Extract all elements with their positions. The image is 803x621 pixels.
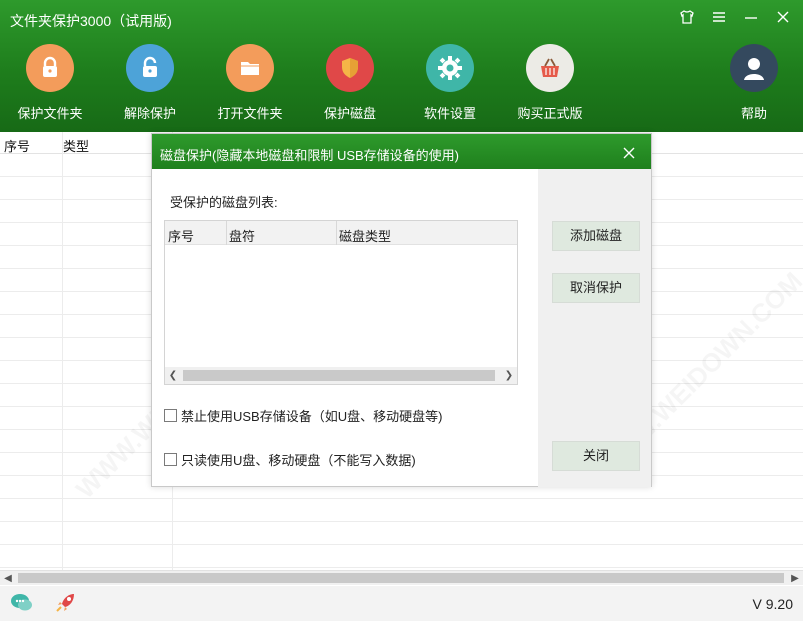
shield-icon (326, 44, 374, 92)
horizontal-scrollbar[interactable]: ◀ ▶ (0, 570, 803, 585)
basket-icon (526, 44, 574, 92)
menu-icon[interactable] (709, 9, 729, 29)
toolbar-label: 保护文件夹 (17, 106, 83, 121)
cancel-protect-button[interactable]: 取消保护 (552, 273, 640, 303)
column-divider (62, 132, 63, 570)
settings-button[interactable]: 软件设置 (400, 44, 500, 122)
window-controls (677, 9, 793, 29)
toolbar-label: 解除保护 (123, 106, 176, 121)
user-icon (730, 44, 778, 92)
disk-list-scrollbar[interactable]: ❮ ❯ (165, 367, 517, 384)
scroll-right-icon[interactable]: ▶ (787, 571, 803, 586)
status-bar: V 9.20 (0, 586, 803, 621)
disk-list-header: 序号 盘符 磁盘类型 (165, 221, 517, 245)
buy-button[interactable]: 购买正式版 (500, 44, 600, 122)
block-usb-checkbox[interactable] (164, 409, 177, 422)
column-header[interactable]: 序号 (4, 136, 30, 155)
readonly-usb-checkbox-row[interactable]: 只读使用U盘、移动硬盘（不能写入数据) (164, 450, 416, 469)
unlock-icon (126, 44, 174, 92)
readonly-usb-checkbox[interactable] (164, 453, 177, 466)
toolbar: 保护文件夹 解除保护 打开文件夹 保护磁盘 软件设置 购买正式版 帮助 (0, 44, 803, 128)
minimize-icon[interactable] (741, 9, 761, 29)
open-folder-button[interactable]: 打开文件夹 (200, 44, 300, 122)
dialog-close-icon[interactable] (619, 141, 639, 165)
rocket-icon[interactable] (54, 592, 78, 614)
help-button[interactable]: 帮助 (704, 44, 803, 122)
column-header[interactable]: 盘符 (229, 226, 255, 245)
chat-icon[interactable] (10, 592, 34, 614)
toolbar-label: 购买正式版 (517, 106, 583, 121)
add-disk-button[interactable]: 添加磁盘 (552, 221, 640, 251)
gear-icon (426, 44, 474, 92)
column-header[interactable]: 磁盘类型 (339, 226, 391, 245)
disk-protect-dialog: 磁盘保护(隐藏本地磁盘和限制 USB存储设备的使用) 受保护的磁盘列表: 序号 … (151, 133, 652, 487)
block-usb-checkbox-row[interactable]: 禁止使用USB存储设备（如U盘、移动硬盘等) (164, 406, 442, 425)
toolbar-label: 帮助 (740, 106, 767, 121)
scroll-left-icon[interactable]: ◀ (0, 571, 16, 586)
shirt-icon[interactable] (677, 9, 697, 29)
column-header[interactable]: 序号 (168, 226, 194, 245)
disk-list-label: 受保护的磁盘列表: (170, 195, 278, 210)
disk-list[interactable]: 序号 盘符 磁盘类型 ❮ ❯ (164, 220, 518, 385)
readonly-usb-label: 只读使用U盘、移动硬盘（不能写入数据) (181, 453, 416, 468)
close-icon[interactable] (773, 9, 793, 29)
toolbar-label: 保护磁盘 (323, 106, 376, 121)
version-label: V 9.20 (752, 596, 793, 612)
lock-icon (26, 44, 74, 92)
column-divider (226, 221, 227, 245)
dialog-titlebar: 磁盘保护(隐藏本地磁盘和限制 USB存储设备的使用) (152, 134, 651, 169)
scroll-thumb[interactable] (18, 573, 784, 583)
close-button[interactable]: 关闭 (552, 441, 640, 471)
toolbar-label: 打开文件夹 (217, 106, 283, 121)
protect-disk-button[interactable]: 保护磁盘 (300, 44, 400, 122)
block-usb-label: 禁止使用USB存储设备（如U盘、移动硬盘等) (181, 409, 443, 424)
dialog-button-panel: 添加磁盘 取消保护 关闭 (538, 169, 651, 487)
scroll-thumb[interactable] (183, 370, 495, 381)
scroll-left-icon[interactable]: ❮ (165, 367, 181, 384)
column-divider (336, 221, 337, 245)
dialog-title: 磁盘保护(隐藏本地磁盘和限制 USB存储设备的使用) (160, 148, 460, 163)
column-header[interactable]: 类型 (63, 136, 89, 155)
app-header: 文件夹保护3000（试用版) 保护文件夹 解除保护 打开文件夹 保护磁盘 软件设… (0, 0, 803, 132)
window-title: 文件夹保护3000（试用版) (10, 13, 172, 29)
folder-icon (226, 44, 274, 92)
unprotect-button[interactable]: 解除保护 (100, 44, 200, 122)
toolbar-label: 软件设置 (423, 106, 476, 121)
protect-folder-button[interactable]: 保护文件夹 (0, 44, 100, 122)
scroll-right-icon[interactable]: ❯ (501, 367, 517, 384)
